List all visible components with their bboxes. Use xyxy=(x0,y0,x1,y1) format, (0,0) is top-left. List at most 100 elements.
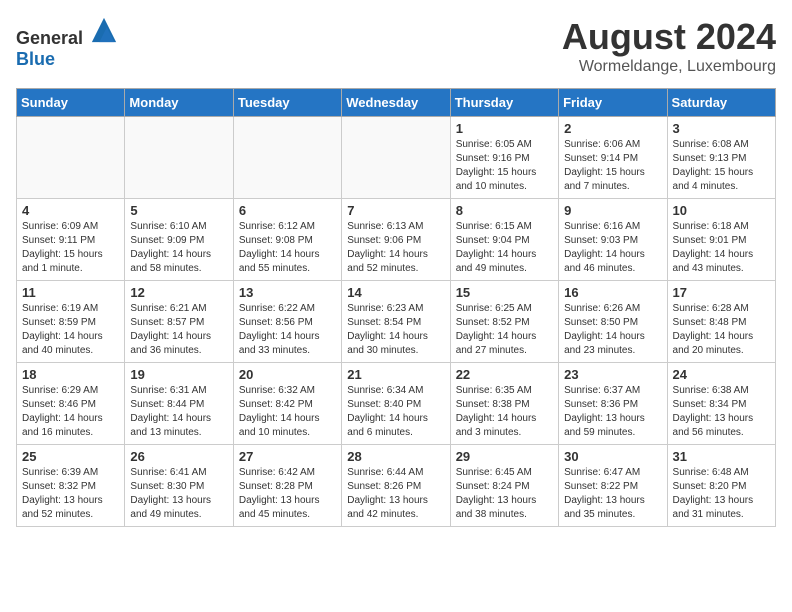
week-row-5: 25 Sunrise: 6:39 AM Sunset: 8:32 PM Dayli… xyxy=(17,445,776,527)
day-cell: 19 Sunrise: 6:31 AM Sunset: 8:44 PM Dayli… xyxy=(125,363,233,445)
day-cell: 30 Sunrise: 6:47 AM Sunset: 8:22 PM Dayli… xyxy=(559,445,667,527)
day-cell xyxy=(17,117,125,199)
day-info: Sunrise: 6:47 AM Sunset: 8:22 PM Dayligh… xyxy=(564,466,661,522)
day-info: Sunrise: 6:16 AM Sunset: 9:03 PM Dayligh… xyxy=(564,220,661,276)
day-info: Sunrise: 6:05 AM Sunset: 9:16 PM Dayligh… xyxy=(456,138,553,194)
day-info: Sunrise: 6:06 AM Sunset: 9:14 PM Dayligh… xyxy=(564,138,661,194)
day-info: Sunrise: 6:08 AM Sunset: 9:13 PM Dayligh… xyxy=(673,138,770,194)
day-cell: 29Sunrise: 6:45 AM Sunset: 8:24 PM Dayli… xyxy=(450,445,558,527)
day-cell: 13Sunrise: 6:22 AM Sunset: 8:56 PM Dayli… xyxy=(233,281,341,363)
day-number: 1 xyxy=(456,121,553,136)
day-cell xyxy=(233,117,341,199)
logo-blue: Blue xyxy=(16,49,55,69)
day-number: 22 xyxy=(456,367,553,382)
day-cell: 31 Sunrise: 6:48 AM Sunset: 8:20 PM Dayli… xyxy=(667,445,775,527)
day-info: Sunrise: 6:10 AM Sunset: 9:09 PM Dayligh… xyxy=(130,220,227,276)
day-info: Sunrise: 6:34 AM Sunset: 8:40 PM Dayligh… xyxy=(347,384,444,440)
day-cell: 11 Sunrise: 6:19 AM Sunset: 8:59 PM Dayli… xyxy=(17,281,125,363)
week-row-1: 1 Sunrise: 6:05 AM Sunset: 9:16 PM Daylig… xyxy=(17,117,776,199)
day-number: 31 xyxy=(673,449,770,464)
day-info: Sunrise: 6:26 AM Sunset: 8:50 PM Dayligh… xyxy=(564,302,661,358)
day-cell: 10 Sunrise: 6:18 AM Sunset: 9:01 PM Dayli… xyxy=(667,199,775,281)
day-info: Sunrise: 6:41 AM Sunset: 8:30 PM Dayligh… xyxy=(130,466,227,522)
day-info: Sunrise: 6:25 AM Sunset: 8:52 PM Dayligh… xyxy=(456,302,553,358)
day-number: 5 xyxy=(130,203,227,218)
day-cell: 9 Sunrise: 6:16 AM Sunset: 9:03 PM Daylig… xyxy=(559,199,667,281)
day-number: 16 xyxy=(564,285,661,300)
day-cell: 8Sunrise: 6:15 AM Sunset: 9:04 PM Daylig… xyxy=(450,199,558,281)
day-cell: 1 Sunrise: 6:05 AM Sunset: 9:16 PM Daylig… xyxy=(450,117,558,199)
day-number: 3 xyxy=(673,121,770,136)
day-number: 20 xyxy=(239,367,336,382)
day-number: 19 xyxy=(130,367,227,382)
day-number: 14 xyxy=(347,285,444,300)
day-info: Sunrise: 6:38 AM Sunset: 8:34 PM Dayligh… xyxy=(673,384,770,440)
day-cell: 24 Sunrise: 6:38 AM Sunset: 8:34 PM Dayli… xyxy=(667,363,775,445)
day-cell: 12 Sunrise: 6:21 AM Sunset: 8:57 PM Dayli… xyxy=(125,281,233,363)
day-cell: 7 Sunrise: 6:13 AM Sunset: 9:06 PM Daylig… xyxy=(342,199,450,281)
logo-text: General Blue xyxy=(16,16,118,70)
day-number: 26 xyxy=(130,449,227,464)
day-cell: 16 Sunrise: 6:26 AM Sunset: 8:50 PM Dayli… xyxy=(559,281,667,363)
calendar-table: SundayMondayTuesdayWednesdayThursdayFrid… xyxy=(16,88,776,527)
header: General Blue August 2024 Wormeldange, Lu… xyxy=(16,16,776,76)
day-info: Sunrise: 6:19 AM Sunset: 8:59 PM Dayligh… xyxy=(22,302,119,358)
day-info: Sunrise: 6:29 AM Sunset: 8:46 PM Dayligh… xyxy=(22,384,119,440)
day-number: 15 xyxy=(456,285,553,300)
day-number: 27 xyxy=(239,449,336,464)
day-number: 10 xyxy=(673,203,770,218)
day-info: Sunrise: 6:44 AM Sunset: 8:26 PM Dayligh… xyxy=(347,466,444,522)
day-number: 25 xyxy=(22,449,119,464)
day-info: Sunrise: 6:48 AM Sunset: 8:20 PM Dayligh… xyxy=(673,466,770,522)
day-cell: 4 Sunrise: 6:09 AM Sunset: 9:11 PM Daylig… xyxy=(17,199,125,281)
day-info: Sunrise: 6:12 AM Sunset: 9:08 PM Dayligh… xyxy=(239,220,336,276)
day-number: 6 xyxy=(239,203,336,218)
day-header-thursday: Thursday xyxy=(450,89,558,117)
day-header-wednesday: Wednesday xyxy=(342,89,450,117)
day-number: 28 xyxy=(347,449,444,464)
week-row-4: 18 Sunrise: 6:29 AM Sunset: 8:46 PM Dayli… xyxy=(17,363,776,445)
day-cell: 18 Sunrise: 6:29 AM Sunset: 8:46 PM Dayli… xyxy=(17,363,125,445)
day-info: Sunrise: 6:31 AM Sunset: 8:44 PM Dayligh… xyxy=(130,384,227,440)
day-number: 13 xyxy=(239,285,336,300)
day-header-monday: Monday xyxy=(125,89,233,117)
month-title: August 2024 xyxy=(562,16,776,58)
day-number: 30 xyxy=(564,449,661,464)
day-cell: 6 Sunrise: 6:12 AM Sunset: 9:08 PM Daylig… xyxy=(233,199,341,281)
day-header-sunday: Sunday xyxy=(17,89,125,117)
day-info: Sunrise: 6:18 AM Sunset: 9:01 PM Dayligh… xyxy=(673,220,770,276)
day-number: 11 xyxy=(22,285,119,300)
logo-general: General xyxy=(16,28,83,48)
day-number: 24 xyxy=(673,367,770,382)
day-info: Sunrise: 6:15 AM Sunset: 9:04 PM Dayligh… xyxy=(456,220,553,276)
day-number: 4 xyxy=(22,203,119,218)
day-info: Sunrise: 6:23 AM Sunset: 8:54 PM Dayligh… xyxy=(347,302,444,358)
day-cell: 14 Sunrise: 6:23 AM Sunset: 8:54 PM Dayli… xyxy=(342,281,450,363)
day-number: 29 xyxy=(456,449,553,464)
day-info: Sunrise: 6:09 AM Sunset: 9:11 PM Dayligh… xyxy=(22,220,119,276)
logo-icon xyxy=(90,16,118,44)
day-cell: 3 Sunrise: 6:08 AM Sunset: 9:13 PM Daylig… xyxy=(667,117,775,199)
day-info: Sunrise: 6:37 AM Sunset: 8:36 PM Dayligh… xyxy=(564,384,661,440)
day-info: Sunrise: 6:13 AM Sunset: 9:06 PM Dayligh… xyxy=(347,220,444,276)
day-info: Sunrise: 6:35 AM Sunset: 8:38 PM Dayligh… xyxy=(456,384,553,440)
day-number: 12 xyxy=(130,285,227,300)
week-row-2: 4 Sunrise: 6:09 AM Sunset: 9:11 PM Daylig… xyxy=(17,199,776,281)
day-number: 21 xyxy=(347,367,444,382)
day-number: 18 xyxy=(22,367,119,382)
day-info: Sunrise: 6:32 AM Sunset: 8:42 PM Dayligh… xyxy=(239,384,336,440)
title-area: August 2024 Wormeldange, Luxembourg xyxy=(562,16,776,76)
day-info: Sunrise: 6:39 AM Sunset: 8:32 PM Dayligh… xyxy=(22,466,119,522)
day-cell: 26 Sunrise: 6:41 AM Sunset: 8:30 PM Dayli… xyxy=(125,445,233,527)
day-cell: 5 Sunrise: 6:10 AM Sunset: 9:09 PM Daylig… xyxy=(125,199,233,281)
day-cell xyxy=(125,117,233,199)
day-cell: 27 Sunrise: 6:42 AM Sunset: 8:28 PM Dayli… xyxy=(233,445,341,527)
day-number: 7 xyxy=(347,203,444,218)
day-number: 9 xyxy=(564,203,661,218)
day-header-saturday: Saturday xyxy=(667,89,775,117)
day-header-friday: Friday xyxy=(559,89,667,117)
day-info: Sunrise: 6:21 AM Sunset: 8:57 PM Dayligh… xyxy=(130,302,227,358)
day-cell xyxy=(342,117,450,199)
day-cell: 25 Sunrise: 6:39 AM Sunset: 8:32 PM Dayli… xyxy=(17,445,125,527)
day-info: Sunrise: 6:42 AM Sunset: 8:28 PM Dayligh… xyxy=(239,466,336,522)
